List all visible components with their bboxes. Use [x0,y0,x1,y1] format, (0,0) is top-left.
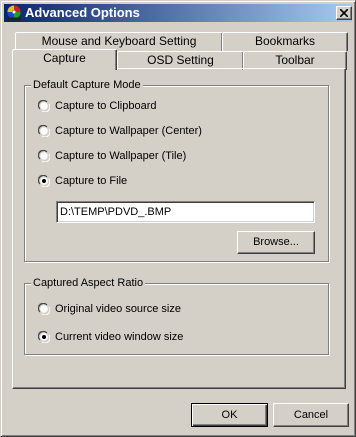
tab-label: Capture [43,51,86,65]
window-title: Advanced Options [25,5,140,20]
title-bar[interactable]: Advanced Options [4,4,352,22]
close-icon [340,9,348,17]
ok-button-label: OK [221,409,238,421]
advanced-options-dialog: Advanced Options Mouse and Keyboard Sett… [0,0,356,437]
radio-button-icon [38,125,50,137]
radio-label: Capture to Wallpaper (Tile) [55,150,187,162]
radio-label: Capture to Wallpaper (Center) [55,125,202,137]
radio-button-icon [38,150,50,162]
group-legend: Default Capture Mode [31,78,143,92]
radio-label: Capture to File [55,175,128,187]
dvd-app-icon [6,5,22,21]
browse-button[interactable]: Browse... [237,231,315,254]
ok-button[interactable]: OK [191,403,268,427]
close-button[interactable] [336,6,352,20]
radio-label: Capture to Clipboard [55,100,157,112]
tab-label: Toolbar [275,53,315,67]
group-legend: Captured Aspect Ratio [31,276,146,290]
radio-button-icon [38,100,50,112]
radio-button-selected-icon [38,175,50,187]
radio-button-icon [38,303,50,315]
cancel-button-label: Cancel [293,409,329,421]
tab-label: Mouse and Keyboard Setting [41,34,197,48]
radio-label: Current video window size [55,331,184,343]
capture-file-path-input[interactable] [56,201,315,223]
tab-bookmarks[interactable]: Bookmarks [222,32,348,51]
tab-capture[interactable]: Capture [12,49,117,70]
radio-label: Original video source size [55,303,181,315]
tab-label: Bookmarks [254,34,316,48]
tab-label: OSD Setting [147,53,214,67]
cancel-button[interactable]: Cancel [273,403,349,427]
browse-button-label: Browse... [253,236,299,248]
radio-button-selected-icon [38,331,50,343]
